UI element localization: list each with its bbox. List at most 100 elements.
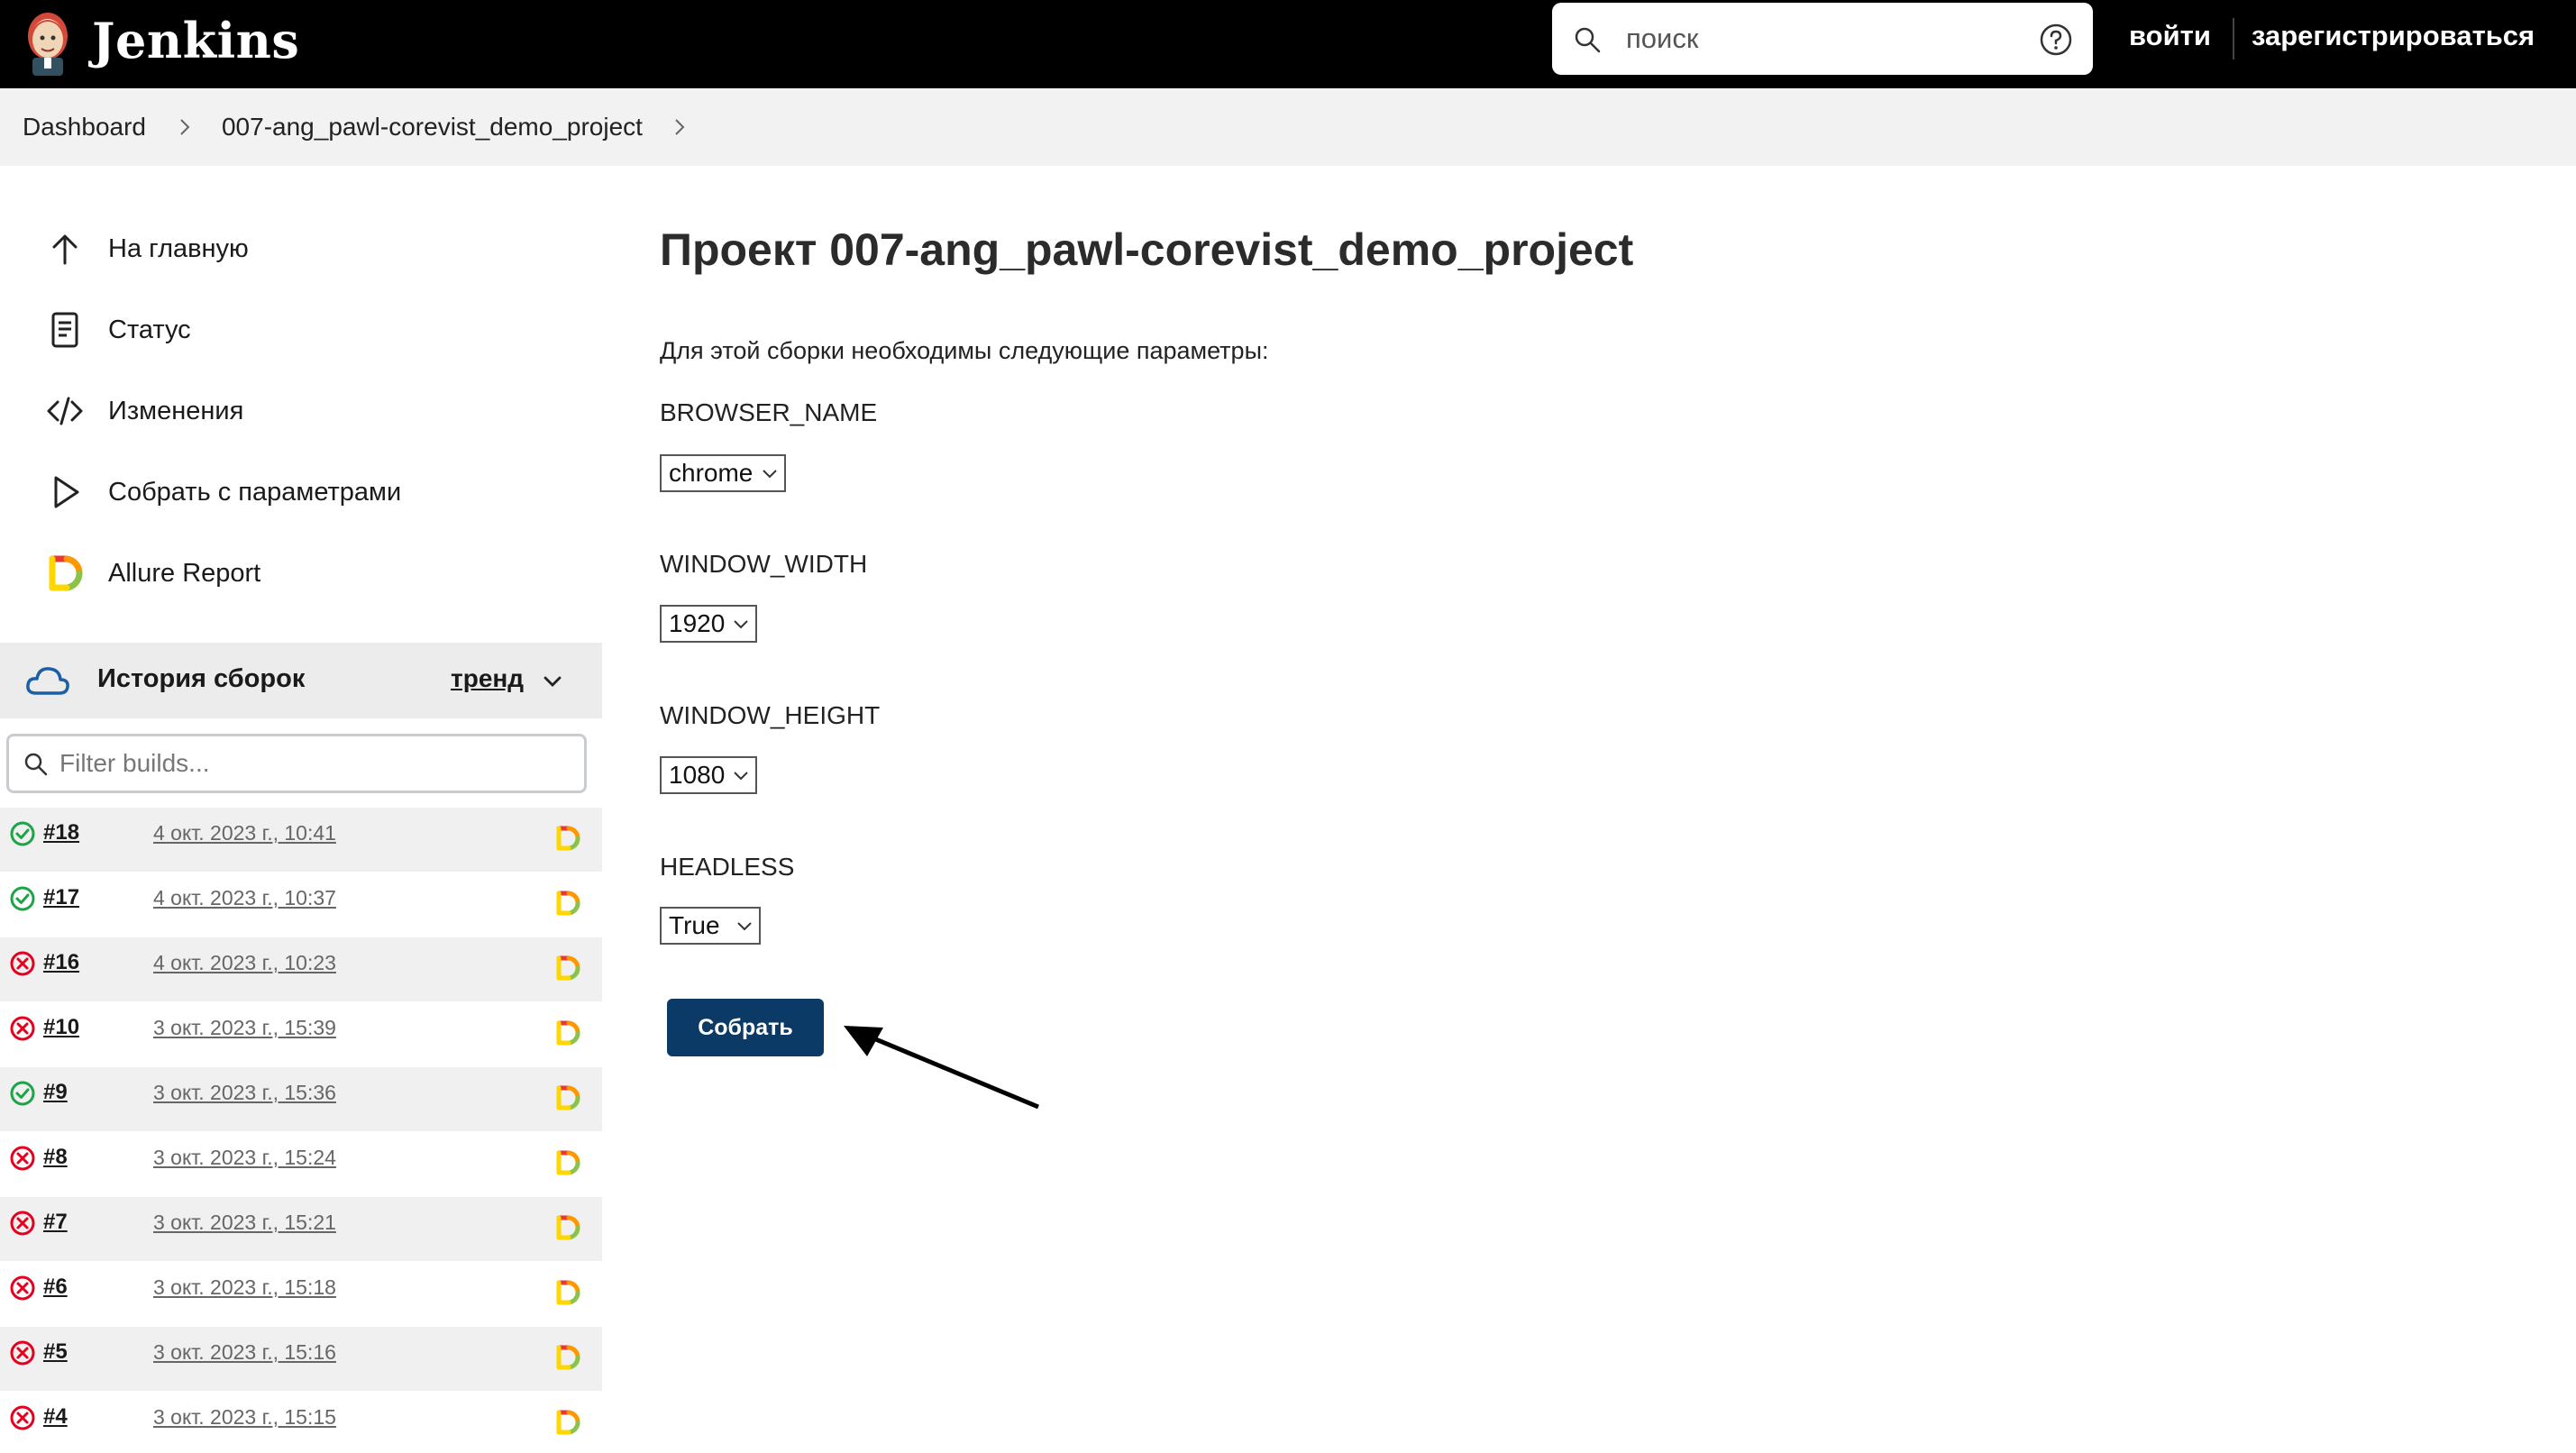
play-icon — [54, 476, 79, 508]
breadcrumb-project[interactable]: 007-ang_pawl-corevist_demo_project — [222, 113, 643, 142]
build-date-link[interactable]: 3 окт. 2023 г., 15:24 — [153, 1146, 336, 1170]
failed-icon — [10, 1016, 35, 1041]
allure-icon[interactable] — [553, 1408, 582, 1437]
build-row: #9 3 окт. 2023 г., 15:36 — [0, 1067, 602, 1132]
jenkins-logo[interactable]: Jenkins — [20, 0, 299, 81]
allure-icon[interactable] — [553, 954, 582, 982]
failed-icon — [10, 951, 35, 976]
build-row: #7 3 окт. 2023 г., 15:21 — [0, 1197, 602, 1262]
success-icon — [10, 1081, 35, 1106]
allure-icon[interactable] — [553, 889, 582, 918]
build-number-link[interactable]: #6 — [43, 1275, 68, 1300]
allure-icon[interactable] — [553, 824, 582, 853]
task-label: Allure Report — [108, 558, 261, 588]
allure-icon[interactable] — [553, 1083, 582, 1112]
build-date-link[interactable]: 3 окт. 2023 г., 15:18 — [153, 1275, 336, 1300]
build-row: #17 4 окт. 2023 г., 10:37 — [0, 873, 602, 937]
page-title: Проект 007-ang_pawl-corevist_demo_projec… — [660, 224, 1634, 275]
build-row: #6 3 окт. 2023 г., 15:18 — [0, 1262, 602, 1327]
allure-icon — [49, 555, 83, 591]
build-date-link[interactable]: 4 окт. 2023 г., 10:37 — [153, 886, 336, 910]
build-number-link[interactable]: #17 — [43, 885, 79, 910]
brand-name: Jenkins — [92, 12, 300, 69]
param-label-headless: HEADLESS — [660, 853, 795, 881]
build-row: #10 3 окт. 2023 г., 15:39 — [0, 1002, 602, 1067]
failed-icon — [10, 1340, 35, 1366]
allure-icon[interactable] — [553, 1278, 582, 1307]
param-label-window-width: WINDOW_WIDTH — [660, 550, 868, 578]
build-date-link[interactable]: 3 окт. 2023 г., 15:16 — [153, 1340, 336, 1365]
build-date-link[interactable]: 4 окт. 2023 г., 10:23 — [153, 951, 336, 975]
breadcrumb-dashboard[interactable]: Dashboard — [23, 113, 146, 142]
success-icon — [10, 886, 35, 911]
build-date-link[interactable]: 3 окт. 2023 г., 15:21 — [153, 1211, 336, 1235]
search-box — [1552, 3, 2093, 75]
jenkins-butler-icon — [28, 13, 68, 76]
help-icon[interactable] — [2039, 23, 2073, 57]
task-build-with-params[interactable]: Собрать с параметрами — [45, 465, 401, 519]
task-changes[interactable]: Изменения — [45, 384, 243, 438]
document-icon — [51, 312, 78, 348]
build-history-header: История сборок тренд — [0, 643, 602, 718]
param-label-browser-name: BROWSER_NAME — [660, 398, 878, 426]
build-button[interactable]: Собрать — [667, 999, 824, 1056]
search-input[interactable] — [1626, 15, 2005, 62]
task-status[interactable]: Статус — [45, 303, 191, 357]
chevron-down-icon[interactable] — [541, 670, 564, 693]
register-link[interactable]: зарегистрироваться — [2252, 20, 2535, 52]
search-icon — [1575, 27, 1601, 53]
build-date-link[interactable]: 3 окт. 2023 г., 15:39 — [153, 1016, 336, 1040]
arrow-up-icon — [52, 234, 78, 265]
chevron-right-icon[interactable] — [670, 117, 690, 137]
build-number-link[interactable]: #7 — [43, 1210, 68, 1235]
task-home[interactable]: На главную — [45, 222, 249, 276]
failed-icon — [10, 1405, 35, 1430]
search-icon — [24, 753, 48, 776]
cloud-icon — [26, 667, 69, 695]
task-label: Изменения — [108, 396, 244, 425]
top-bar: Jenkins войти зарегистрироваться — [0, 0, 2576, 88]
allure-icon[interactable] — [553, 1213, 582, 1242]
trend-link[interactable]: тренд — [451, 664, 524, 693]
success-icon — [10, 821, 35, 846]
build-row: #4 3 окт. 2023 г., 15:15 — [0, 1392, 602, 1453]
login-link[interactable]: войти — [2129, 20, 2211, 52]
build-date-link[interactable]: 3 окт. 2023 г., 15:36 — [153, 1081, 336, 1105]
annotation-arrow — [844, 1026, 1039, 1110]
failed-icon — [10, 1211, 35, 1236]
params-description: Для этой сборки необходимы следующие пар… — [660, 337, 1269, 364]
chevron-right-icon — [180, 119, 190, 135]
build-row: #5 3 окт. 2023 г., 15:16 — [0, 1327, 602, 1392]
chevron-down-icon — [734, 772, 748, 781]
window-width-select[interactable]: 1920 — [660, 605, 757, 643]
build-number-link[interactable]: #18 — [43, 820, 79, 845]
task-label: Статус — [108, 315, 191, 344]
task-label: Собрать с параметрами — [108, 477, 402, 507]
window-height-select[interactable]: 1080 — [660, 756, 757, 794]
allure-icon[interactable] — [553, 1148, 582, 1177]
filter-builds-box — [6, 734, 587, 793]
breadcrumb: Dashboard 007-ang_pawl-corevist_demo_pro… — [0, 88, 2576, 166]
build-number-link[interactable]: #16 — [43, 950, 79, 975]
task-label: На главную — [108, 233, 249, 263]
failed-icon — [10, 1275, 35, 1301]
browser-name-select[interactable]: chrome — [660, 454, 786, 492]
build-number-link[interactable]: #9 — [43, 1080, 68, 1105]
build-number-link[interactable]: #4 — [43, 1404, 68, 1430]
allure-icon[interactable] — [553, 1343, 582, 1372]
build-history-title: История сборок — [97, 664, 306, 693]
build-number-link[interactable]: #8 — [43, 1145, 68, 1170]
chevron-down-icon — [737, 922, 752, 931]
allure-icon[interactable] — [553, 1019, 582, 1047]
build-row: #16 4 окт. 2023 г., 10:23 — [0, 937, 602, 1002]
build-row: #18 4 окт. 2023 г., 10:41 — [0, 808, 602, 873]
build-number-link[interactable]: #10 — [43, 1015, 79, 1040]
headless-select[interactable]: True — [660, 907, 761, 945]
code-icon — [47, 397, 83, 425]
task-allure-report[interactable]: Allure Report — [45, 546, 260, 600]
filter-builds-input[interactable] — [59, 745, 564, 781]
build-date-link[interactable]: 3 окт. 2023 г., 15:15 — [153, 1405, 336, 1430]
build-number-link[interactable]: #5 — [43, 1339, 68, 1365]
header-divider — [2233, 18, 2234, 59]
build-date-link[interactable]: 4 окт. 2023 г., 10:41 — [153, 821, 336, 845]
